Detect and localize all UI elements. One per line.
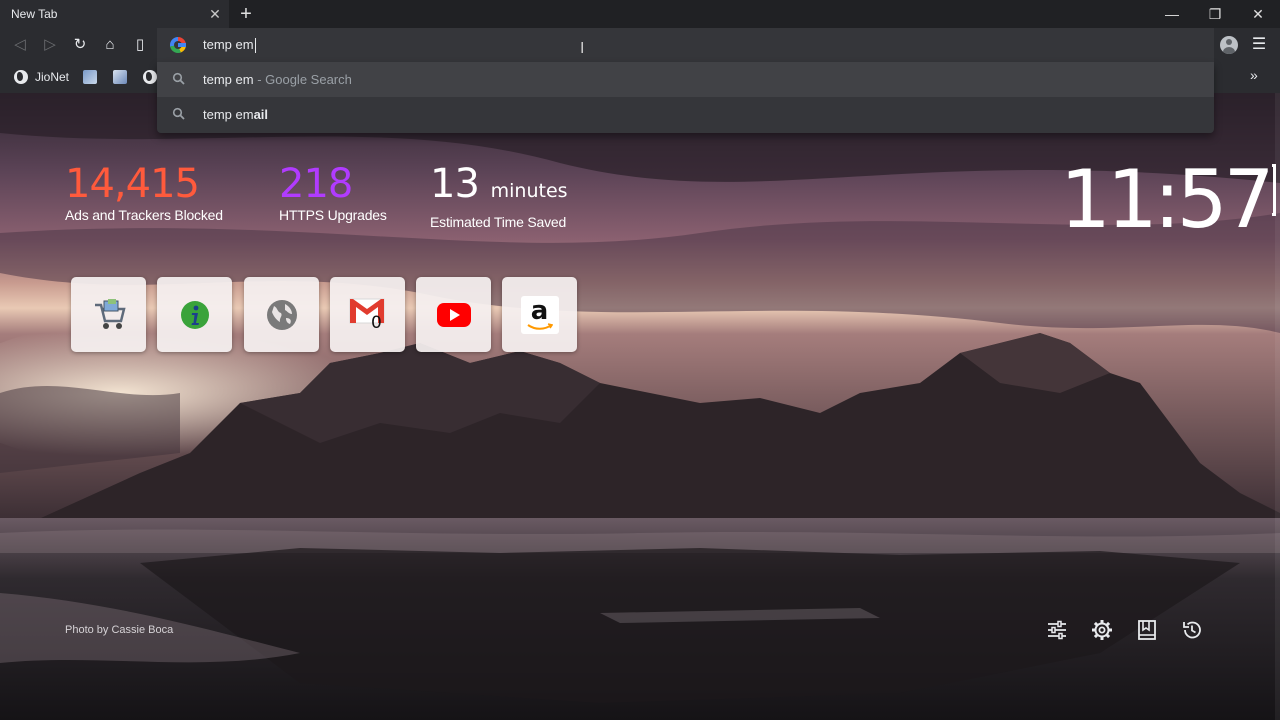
minimize-button[interactable]: — xyxy=(1162,4,1182,24)
restore-button[interactable]: ❐ xyxy=(1205,4,1225,24)
stat-time-unit: minutes xyxy=(490,180,568,202)
suggestion-completion: ail xyxy=(253,107,269,122)
amazon-icon: a xyxy=(520,295,559,334)
stat-https-upgrades: 218 HTTPS Upgrades xyxy=(279,162,387,223)
tab-strip: New Tab ✕ + — ❐ ✕ xyxy=(0,0,1280,28)
suggestion-text: temp em - Google Search xyxy=(203,72,352,87)
globe-icon xyxy=(14,70,28,84)
stat-time-value: 13 xyxy=(430,161,480,207)
top-site-tile-info[interactable] xyxy=(157,277,232,352)
more-bookmarks-icon[interactable]: » xyxy=(1250,67,1258,83)
tab-title: New Tab xyxy=(11,7,58,21)
youtube-icon xyxy=(436,302,471,327)
home-button[interactable]: ⌂ xyxy=(100,35,120,55)
search-icon xyxy=(172,72,185,85)
gear-icon[interactable] xyxy=(1091,619,1113,641)
digit-fragment xyxy=(1272,164,1276,216)
address-input-text: temp em xyxy=(203,37,254,52)
stat-https-label: HTTPS Upgrades xyxy=(279,207,387,223)
reload-button[interactable]: ↻ xyxy=(70,35,90,55)
forward-button[interactable]: ▷ xyxy=(40,35,60,55)
gmail-icon xyxy=(349,298,384,323)
suggestion-text: temp email xyxy=(203,107,268,122)
suggestion-item[interactable]: temp email xyxy=(157,97,1214,132)
bookmarks-icon[interactable] xyxy=(1136,619,1158,641)
menu-icon[interactable]: ☰ xyxy=(1251,35,1267,55)
top-site-tile-amazon[interactable]: a xyxy=(502,277,577,352)
clock-overflow-fragment xyxy=(1270,164,1280,224)
omnibox-suggestions: temp em - Google Search temp email xyxy=(157,62,1214,133)
top-site-tile-gmail[interactable]: 0 xyxy=(330,277,405,352)
amazon-letter: a xyxy=(530,295,549,326)
profile-avatar-icon[interactable] xyxy=(1220,36,1238,54)
suggestion-item[interactable]: temp em - Google Search xyxy=(157,62,1214,97)
bookmark-favicon-1[interactable] xyxy=(83,67,97,87)
suggestion-suffix: - Google Search xyxy=(253,72,352,87)
top-site-tile-globe[interactable] xyxy=(244,277,319,352)
new-tab-button[interactable]: + xyxy=(236,4,256,24)
bookmark-label: JioNet xyxy=(35,70,70,84)
site-icon xyxy=(113,70,127,84)
cart-icon xyxy=(94,298,126,329)
ibeam-cursor-icon: I xyxy=(580,39,585,57)
back-button[interactable]: ◁ xyxy=(10,35,30,55)
suggestion-prefix: temp em xyxy=(203,107,254,122)
address-input[interactable]: temp em xyxy=(203,28,256,62)
sliders-icon[interactable] xyxy=(1046,619,1068,641)
tab-close-icon[interactable]: ✕ xyxy=(207,6,223,22)
stat-ads-value: 14,415 xyxy=(65,161,200,207)
globe-icon xyxy=(266,299,297,330)
top-site-tile-youtube[interactable] xyxy=(416,277,491,352)
google-icon xyxy=(170,37,186,53)
site-icon xyxy=(83,70,97,84)
bookmark-jionet[interactable]: JioNet xyxy=(14,67,69,87)
browser-toolbar: ◁ ▷ ↻ ⌂ ▯ temp em I ☰ xyxy=(0,28,1280,62)
clock: 11:57 xyxy=(1060,153,1275,246)
search-icon xyxy=(172,107,185,120)
address-bar[interactable]: temp em I xyxy=(157,28,1214,62)
top-site-tile-cart[interactable] xyxy=(71,277,146,352)
stat-time-label: Estimated Time Saved xyxy=(430,214,567,230)
text-caret xyxy=(254,38,256,54)
suggestion-query: temp em xyxy=(203,72,254,87)
stat-time-saved: 13 minutes Estimated Time Saved xyxy=(430,162,568,230)
close-window-button[interactable]: ✕ xyxy=(1248,4,1268,24)
globe-icon xyxy=(143,70,157,84)
stat-ads-blocked: 14,415 Ads and Trackers Blocked xyxy=(65,162,223,223)
stat-ads-label: Ads and Trackers Blocked xyxy=(65,207,223,223)
gmail-unread-badge: 0 xyxy=(371,313,382,333)
stat-time-number: 13 minutes xyxy=(430,162,568,213)
tab-new-tab[interactable]: New Tab ✕ xyxy=(0,0,229,28)
history-icon[interactable] xyxy=(1181,619,1203,641)
amazon-smile-icon xyxy=(526,322,553,330)
stat-https-value: 218 xyxy=(279,161,353,207)
bookmark-button[interactable]: ▯ xyxy=(130,35,150,55)
photo-credit[interactable]: Photo by Cassie Boca xyxy=(65,624,173,636)
info-icon xyxy=(180,300,209,329)
bookmark-favicon-2[interactable] xyxy=(113,67,127,87)
